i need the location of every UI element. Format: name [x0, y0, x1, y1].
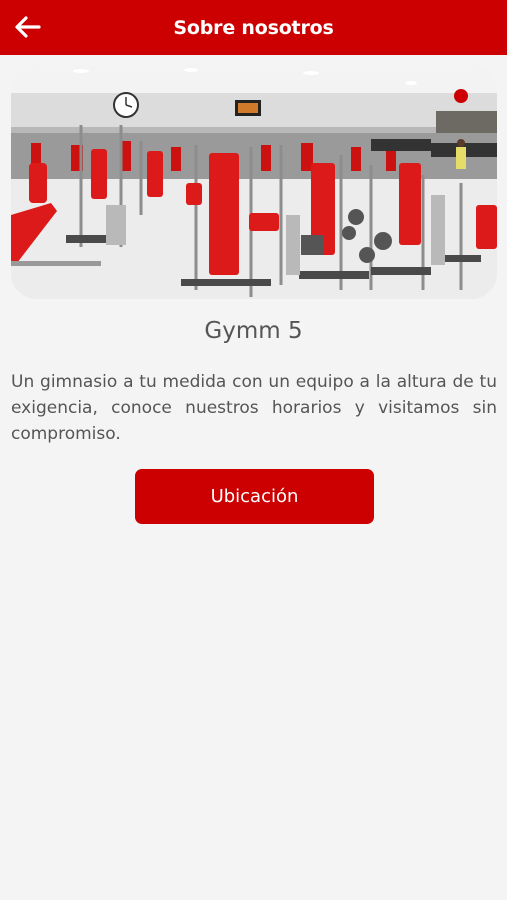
arrow-left-icon — [15, 16, 41, 38]
gym-name-heading: Gymm 5 — [204, 318, 303, 344]
back-button[interactable] — [10, 10, 44, 44]
page-title: Sobre nosotros — [173, 16, 334, 39]
gym-hero-image — [11, 65, 497, 299]
gym-description: Un gimnasio a tu medida con un equipo a … — [11, 372, 497, 444]
location-button[interactable]: Ubicación — [135, 469, 374, 524]
app-header: Sobre nosotros — [0, 0, 507, 55]
